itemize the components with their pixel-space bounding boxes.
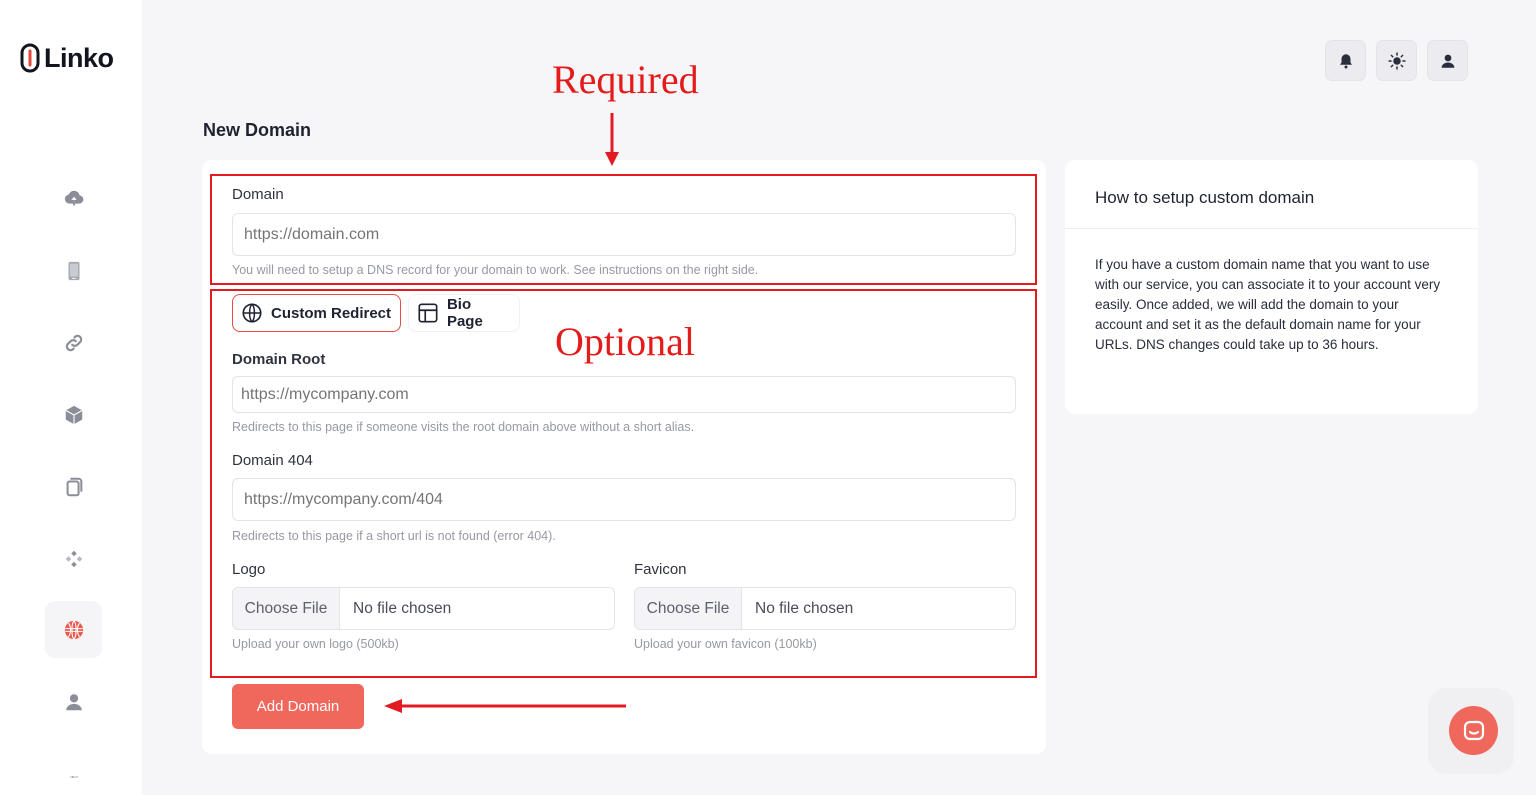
notifications-button[interactable] — [1325, 40, 1366, 81]
user-icon — [1441, 54, 1454, 68]
required-arrow-icon — [605, 113, 619, 166]
sidebar-item-copy[interactable] — [45, 458, 102, 515]
setup-info-card: How to setup custom domain If you have a… — [1065, 160, 1478, 414]
add-domain-button[interactable]: Add Domain — [232, 684, 364, 729]
chat-launcher-button[interactable] — [1449, 706, 1498, 755]
sidebar-item-phone[interactable] — [45, 242, 102, 299]
optional-annotation-label: Optional — [555, 319, 695, 364]
sidebar-item-apps[interactable] — [45, 530, 102, 587]
profile-button[interactable] — [1427, 40, 1468, 81]
sidebar-item-upload[interactable] — [45, 170, 102, 227]
brand-logo[interactable]: Linko — [20, 40, 114, 76]
cloud-upload-icon — [64, 190, 83, 205]
required-annotation-label: Required — [552, 57, 699, 102]
sidebar-item-domains[interactable] — [45, 601, 102, 658]
phone-icon — [68, 261, 79, 280]
chat-icon — [1463, 720, 1484, 740]
sidebar-item-links[interactable] — [45, 314, 102, 371]
box-icon — [64, 405, 83, 424]
apps-icon — [65, 550, 82, 567]
setup-info-title: How to setup custom domain — [1065, 160, 1478, 229]
bell-icon — [1339, 53, 1352, 68]
setup-info-body: If you have a custom domain name that yo… — [1095, 257, 1441, 352]
user-icon — [65, 693, 82, 710]
required-annotation-box — [210, 174, 1037, 285]
link-icon — [65, 334, 82, 351]
copy-icon — [66, 477, 82, 496]
theme-toggle-button[interactable] — [1376, 40, 1417, 81]
globe-icon — [64, 619, 83, 640]
sidebar-item-box[interactable] — [45, 386, 102, 443]
brand-name: Linko — [44, 42, 114, 73]
page-title: New Domain — [203, 120, 312, 140]
settings-icon — [69, 776, 78, 778]
sidebar-item-users[interactable] — [45, 673, 102, 730]
sun-icon — [1387, 51, 1406, 70]
logo-mark-icon — [20, 43, 40, 73]
submit-arrow-icon — [384, 699, 626, 713]
sidebar: Linko — [0, 0, 142, 795]
header-actions — [1325, 40, 1468, 81]
sidebar-item-settings[interactable] — [45, 742, 102, 782]
